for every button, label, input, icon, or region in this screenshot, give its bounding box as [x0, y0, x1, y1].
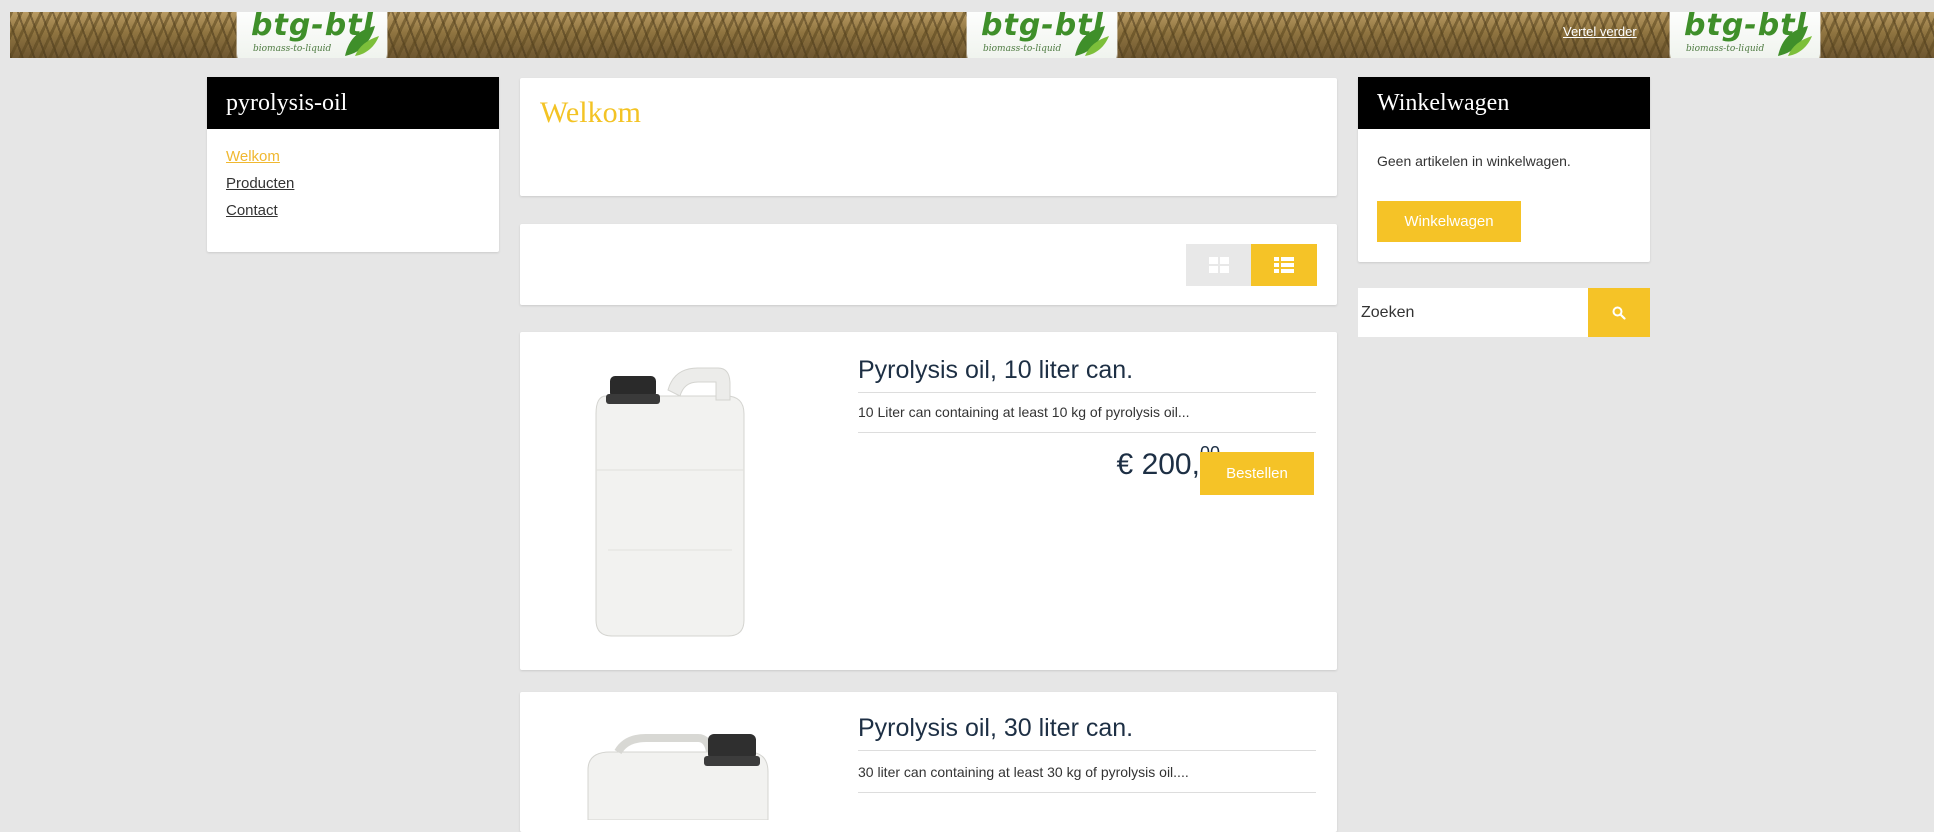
product-image-can[interactable] — [548, 350, 776, 650]
search-icon — [1612, 306, 1626, 320]
leaf-icon — [1778, 26, 1812, 56]
sidebar-title: pyrolysis-oil — [207, 77, 499, 129]
view-toolbar — [520, 224, 1337, 305]
logo-subtitle: biomass-to-liquid — [983, 44, 1062, 54]
cart-empty-text: Geen artikelen in winkelwagen. — [1377, 153, 1571, 169]
list-icon — [1274, 257, 1294, 273]
list-view-button[interactable] — [1251, 244, 1317, 286]
btg-btl-logo: btg-btl biomass-to-liquid — [237, 12, 387, 58]
leaf-icon — [345, 26, 379, 56]
welcome-panel: Welkom — [520, 78, 1337, 196]
price-main: € 200, — [1116, 448, 1200, 481]
logo-subtitle: biomass-to-liquid — [253, 44, 332, 54]
logo-subtitle: biomass-to-liquid — [1686, 44, 1765, 54]
product-price: € 200,00 — [1070, 443, 1220, 482]
search-box — [1358, 288, 1650, 337]
grid-view-button[interactable] — [1186, 244, 1252, 286]
nav-item-producten[interactable]: Producten — [226, 175, 294, 192]
product-description: 30 liter can containing at least 30 kg o… — [858, 764, 1189, 780]
divider — [858, 392, 1316, 393]
nav-item-welkom[interactable]: Welkom — [226, 148, 280, 165]
header-banner: btg-btl biomass-to-liquid btg-btl biomas… — [10, 12, 1934, 58]
product-title[interactable]: Pyrolysis oil, 10 liter can. — [858, 356, 1133, 385]
btg-btl-logo: btg-btl biomass-to-liquid — [967, 12, 1117, 58]
search-input[interactable] — [1358, 288, 1588, 337]
cart-button[interactable]: Winkelwagen — [1377, 201, 1521, 242]
nav-item-contact[interactable]: Contact — [226, 202, 278, 219]
leaf-icon — [1075, 26, 1109, 56]
grid-icon — [1209, 257, 1229, 273]
search-button[interactable] — [1588, 288, 1650, 337]
product-title[interactable]: Pyrolysis oil, 30 liter can. — [858, 714, 1133, 743]
read-more-link[interactable]: Vertel verder — [1563, 24, 1637, 39]
product-card: Pyrolysis oil, 10 liter can. 10 Liter ca… — [520, 332, 1337, 670]
order-button[interactable]: Bestellen — [1200, 452, 1314, 495]
page-title: Welkom — [540, 96, 641, 129]
btg-btl-logo: btg-btl biomass-to-liquid — [1670, 12, 1820, 58]
product-description: 10 Liter can containing at least 10 kg o… — [858, 404, 1190, 420]
divider — [858, 432, 1316, 433]
divider — [858, 750, 1316, 751]
sidebar-nav: pyrolysis-oil Welkom Producten Contact — [207, 77, 499, 252]
cart-panel: Winkelwagen Geen artikelen in winkelwage… — [1358, 77, 1650, 262]
divider — [858, 792, 1316, 793]
product-image-can[interactable] — [548, 710, 776, 820]
product-card: Pyrolysis oil, 30 liter can. 30 liter ca… — [520, 692, 1337, 832]
cart-title: Winkelwagen — [1358, 77, 1650, 129]
